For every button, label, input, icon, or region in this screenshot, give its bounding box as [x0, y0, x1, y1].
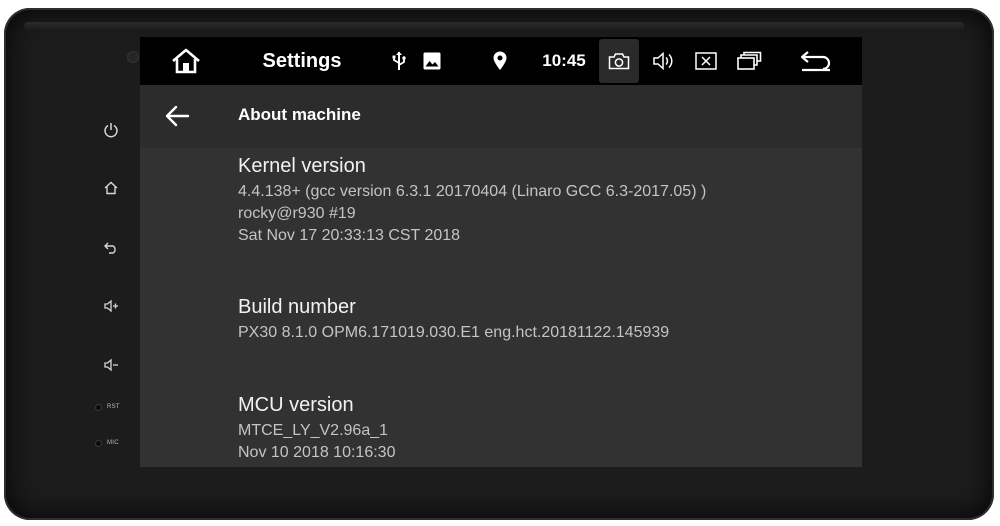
- arrow-left-icon: [165, 105, 190, 127]
- ir-sensor: [128, 52, 138, 62]
- mic-hole: MIC: [96, 440, 119, 446]
- summary-line: PX30 8.1.0 OPM6.171019.030.E1 eng.hct.20…: [238, 324, 670, 341]
- volume-up-icon: [104, 299, 118, 313]
- bezel-highlight: [24, 22, 964, 30]
- home-icon: [104, 181, 118, 195]
- clock: 10:45: [542, 51, 586, 70]
- home-icon: [172, 48, 200, 74]
- power-icon: [104, 123, 118, 138]
- pref-mcu-version[interactable]: MCU version MTCE_LY_V2.96a_1 Nov 10 2018…: [238, 393, 395, 464]
- status-bar-title: Settings: [262, 49, 342, 72]
- power-button[interactable]: [98, 117, 124, 143]
- reset-hole[interactable]: RST: [96, 404, 120, 410]
- status-bar: Settings 10:45: [140, 37, 862, 85]
- summary-line: rocky@r930 #19: [238, 205, 356, 222]
- pref-title: Kernel version: [238, 155, 366, 177]
- recent-apps-icon: [737, 51, 762, 70]
- pref-title: MCU version: [238, 394, 354, 416]
- close-app-button[interactable]: [692, 37, 720, 85]
- volume-icon: [653, 51, 673, 71]
- pref-kernel-version[interactable]: Kernel version 4.4.138+ (gcc version 6.3…: [238, 154, 706, 247]
- close-app-icon: [695, 52, 717, 70]
- image-icon: [421, 37, 443, 85]
- mic-pinhole: [96, 440, 101, 446]
- hw-home-button[interactable]: [98, 175, 124, 201]
- hw-back-button[interactable]: [98, 234, 124, 260]
- app-bar: About machine: [140, 85, 862, 148]
- volume-button[interactable]: [649, 37, 679, 85]
- hw-volume-up-button[interactable]: [98, 293, 124, 319]
- location-icon: [490, 37, 510, 85]
- pref-summary: 4.4.138+ (gcc version 6.3.1 20170404 (Li…: [238, 181, 706, 247]
- pref-build-number[interactable]: Build number PX30 8.1.0 OPM6.171019.030.…: [238, 295, 669, 344]
- summary-line: Nov 10 2018 10:16:30: [238, 444, 396, 461]
- pref-summary: PX30 8.1.0 OPM6.171019.030.E1 eng.hct.20…: [238, 322, 669, 344]
- mic-label: MIC: [107, 440, 119, 446]
- back-icon: [800, 51, 831, 72]
- navigate-up-button[interactable]: [164, 103, 190, 129]
- home-button[interactable]: [164, 37, 208, 85]
- recent-apps-button[interactable]: [734, 37, 764, 85]
- summary-line: Sat Nov 17 20:33:13 CST 2018: [238, 227, 461, 244]
- screenshot-button[interactable]: [599, 39, 639, 83]
- summary-line: MTCE_LY_V2.96a_1: [238, 422, 389, 439]
- page-title: About machine: [238, 105, 361, 124]
- volume-down-icon: [104, 358, 118, 372]
- summary-line: 4.4.138+ (gcc version 6.3.1 20170404 (Li…: [238, 183, 707, 200]
- reset-pinhole: [96, 404, 101, 410]
- settings-list: Kernel version 4.4.138+ (gcc version 6.3…: [140, 148, 862, 467]
- display-screen: Settings 10:45 About machine Kernel vers…: [140, 37, 862, 467]
- camera-icon: [608, 53, 630, 70]
- pref-summary: MTCE_LY_V2.96a_1 Nov 10 2018 10:16:30: [238, 420, 395, 464]
- back-icon: [104, 242, 116, 254]
- back-button[interactable]: [796, 37, 836, 85]
- usb-icon: [389, 37, 409, 85]
- hw-volume-down-button[interactable]: [98, 352, 124, 378]
- reset-label: RST: [107, 404, 120, 410]
- pref-title: Build number: [238, 296, 356, 318]
